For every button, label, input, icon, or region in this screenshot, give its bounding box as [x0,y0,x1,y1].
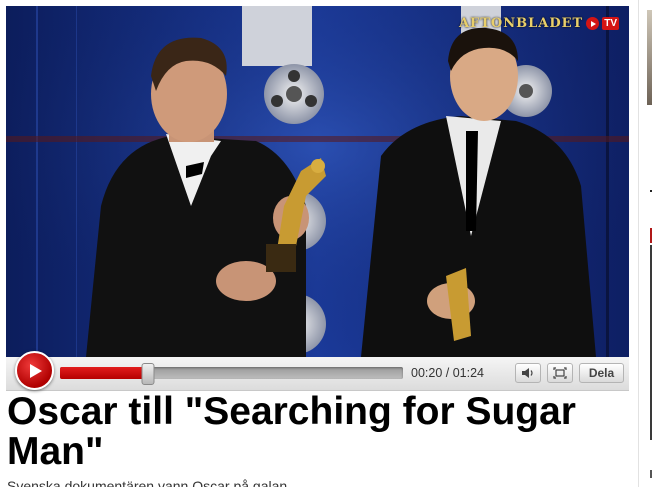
play-button[interactable] [15,351,54,390]
fullscreen-button[interactable] [547,363,573,383]
duration: 01:24 [452,366,484,380]
column-divider [638,0,639,487]
current-time: 00:20 [411,366,443,380]
logo-brand-text: AFTONBLADET [458,16,584,31]
video-still [6,6,629,357]
player-controls: 00:20 / 01:24 Dela [6,351,629,391]
aftonbladet-tv-logo: AFTONBLADET TV [459,16,619,31]
seek-handle[interactable] [141,363,155,385]
video-frame[interactable]: AFTONBLADET TV [6,6,629,357]
share-button[interactable]: Dela [579,363,624,383]
volume-button[interactable] [515,363,541,383]
time-display: 00:20 / 01:24 [411,366,484,380]
sidebar-image-fragment [647,10,652,105]
fullscreen-icon [553,367,567,379]
article-subline-text: Svenska dokumentären vann Oscar på galan [7,478,288,487]
logo-play-icon [586,17,600,30]
play-icon [30,363,42,378]
logo-tv-text: TV [602,17,619,30]
time-separator: / [442,366,453,380]
article-subline: Svenska dokumentären vann Oscar på galan [7,478,427,487]
seek-bar-progress [60,367,143,379]
seek-bar[interactable] [60,367,403,379]
article-headline[interactable]: Oscar till "Searching for Sugar Man" [7,392,627,472]
speaker-icon [522,368,533,378]
